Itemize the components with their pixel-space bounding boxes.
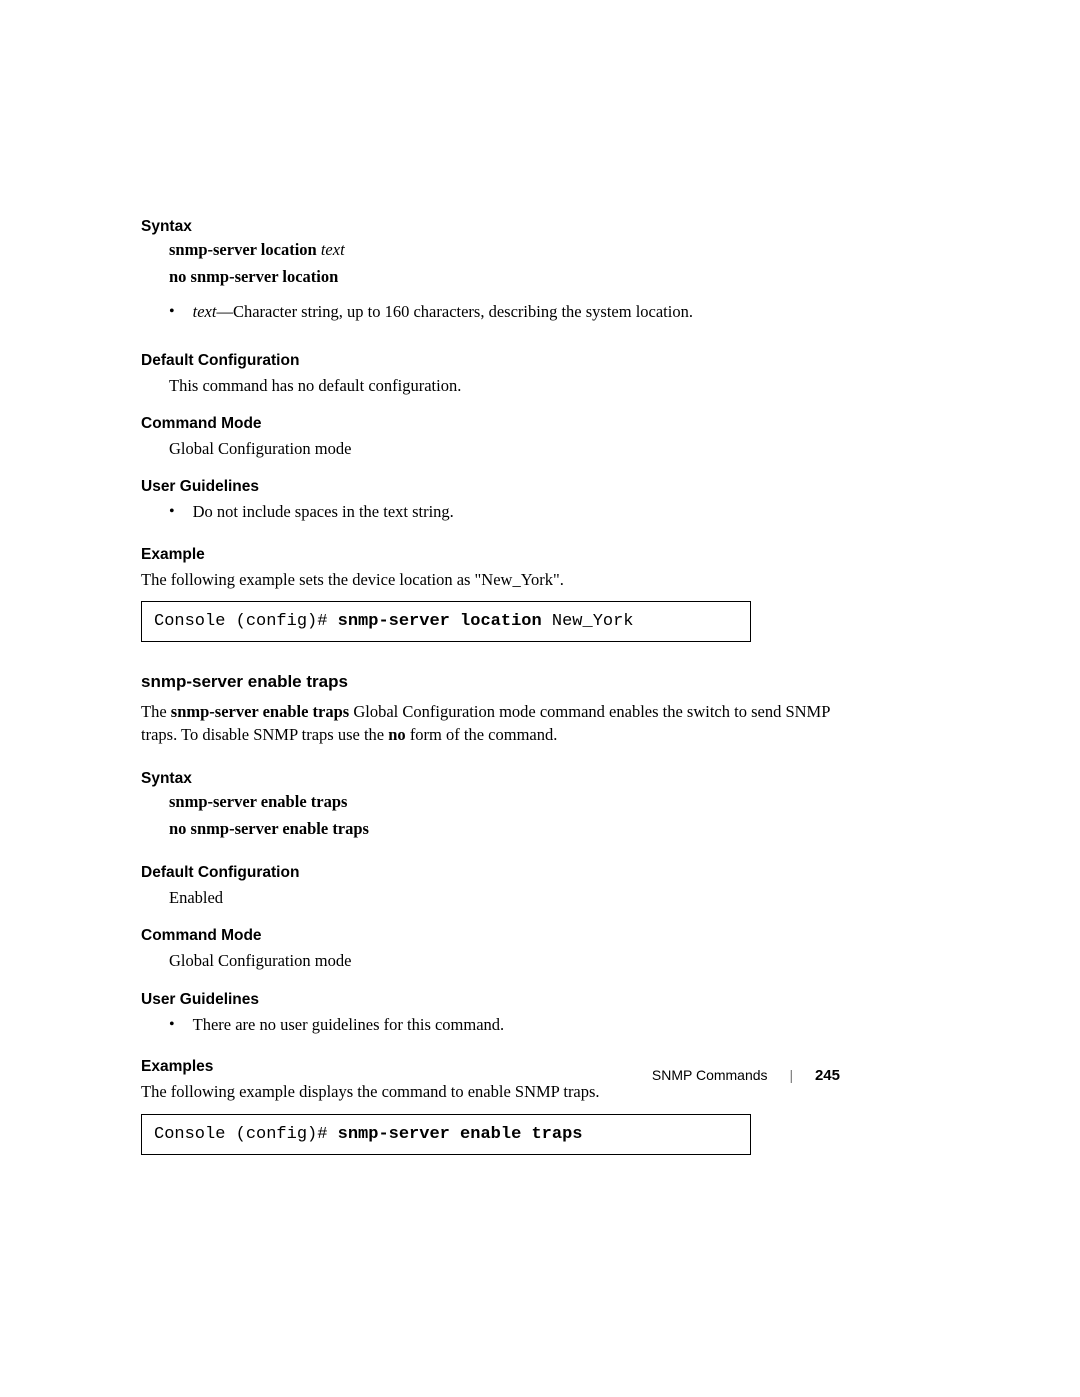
bullet-icon: • xyxy=(169,500,175,524)
example-heading: Example xyxy=(141,546,841,564)
section-title: snmp-server enable traps xyxy=(141,672,841,692)
syntax-line: no snmp-server location xyxy=(169,267,841,287)
bullet-item: • Do not include spaces in the text stri… xyxy=(141,500,841,524)
user-guidelines-heading: User Guidelines xyxy=(141,478,841,496)
bullet-icon: • xyxy=(169,300,175,324)
page-content: Syntax snmp-server location text no snmp… xyxy=(141,218,841,1155)
default-config-text: This command has no default configuratio… xyxy=(169,374,841,397)
code-example: Console (config)# snmp-server enable tra… xyxy=(141,1114,751,1155)
separator-icon: | xyxy=(789,1067,793,1083)
command-mode-text: Global Configuration mode xyxy=(169,437,841,460)
bullet-icon: • xyxy=(169,1013,175,1037)
example-intro: The following example sets the device lo… xyxy=(141,568,841,591)
page-number: 245 xyxy=(815,1067,840,1084)
page-footer: SNMP Commands | 245 xyxy=(0,1067,1080,1084)
user-guidelines-heading: User Guidelines xyxy=(141,991,841,1009)
bullet-item: • There are no user guidelines for this … xyxy=(141,1013,841,1037)
default-config-heading: Default Configuration xyxy=(141,864,841,882)
syntax-heading: Syntax xyxy=(141,770,841,788)
command-mode-heading: Command Mode xyxy=(141,415,841,433)
syntax-line: snmp-server location text xyxy=(169,240,841,260)
default-config-heading: Default Configuration xyxy=(141,352,841,370)
default-config-text: Enabled xyxy=(169,886,841,909)
command-mode-heading: Command Mode xyxy=(141,927,841,945)
chapter-name: SNMP Commands xyxy=(652,1067,768,1083)
section-description: The snmp-server enable traps Global Conf… xyxy=(141,700,841,746)
syntax-line: snmp-server enable traps xyxy=(169,792,841,812)
code-example: Console (config)# snmp-server location N… xyxy=(141,601,751,642)
command-mode-text: Global Configuration mode xyxy=(169,949,841,972)
bullet-item: • text—Character string, up to 160 chara… xyxy=(141,300,841,324)
syntax-line: no snmp-server enable traps xyxy=(169,819,841,839)
syntax-heading: Syntax xyxy=(141,218,841,236)
